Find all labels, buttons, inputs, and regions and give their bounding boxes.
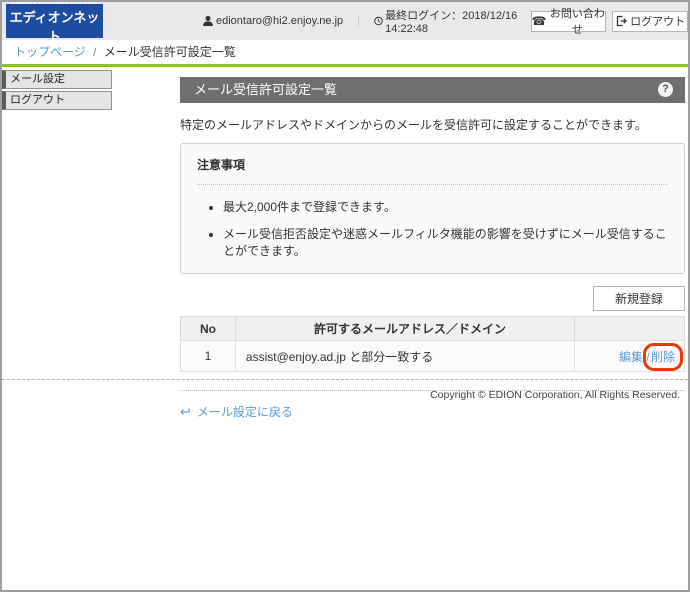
delete-link[interactable]: 削除 <box>651 350 675 364</box>
sidebar-item-mail-settings[interactable]: メール設定 <box>2 70 112 89</box>
notes-title: 注意事項 <box>197 158 246 172</box>
logo-line1: EDION Internet Service <box>10 0 99 6</box>
breadcrumb-current: メール受信許可設定一覧 <box>103 45 236 59</box>
back-link-row: ↩ メール設定に戻る <box>180 403 685 420</box>
row-address: assist@enjoy.ad.jp と部分一致する <box>234 340 576 372</box>
edit-link[interactable]: 編集 <box>619 350 643 364</box>
logout-button[interactable]: ログアウト <box>612 10 688 32</box>
back-to-mail-settings-link[interactable]: メール設定に戻る <box>197 403 293 420</box>
breadcrumb-separator: / <box>93 45 97 59</box>
accent-divider <box>2 64 688 67</box>
contact-button-label: お問い合わせ <box>549 8 605 36</box>
row-actions: 編集 / 削除 <box>574 340 685 372</box>
column-header-actions <box>574 316 685 341</box>
contact-button[interactable]: ☎ お問い合わせ <box>530 8 607 36</box>
copyright-text: Copyright © EDION Corporation, All Right… <box>430 389 680 401</box>
notes-divider <box>197 184 668 185</box>
footer-divider <box>2 379 688 380</box>
red-highlight-annotation: 削除 <box>642 342 683 371</box>
topbar-right: ediontaro@hi2.enjoy.ne.jp ｜ 最終ログイン：2018/… <box>202 7 688 36</box>
topbar-separator: ｜ <box>353 16 365 28</box>
logout-button-label: ログアウト <box>630 16 686 28</box>
page: EDION Internet Service エディオンネット ediontar… <box>0 0 690 592</box>
table-row: 1 assist@enjoy.ad.jp と部分一致する 編集 / 削除 <box>180 340 685 372</box>
page-title: メール受信許可設定一覧 <box>194 82 338 97</box>
new-entry-row: 新規登録 <box>180 286 685 311</box>
sidebar: メール設定 ログアウト <box>2 70 112 112</box>
user-account: ediontaro@hi2.enjoy.ne.jp <box>202 15 343 27</box>
phone-icon: ☎ <box>531 14 547 28</box>
breadcrumb-home-link[interactable]: トップページ <box>14 45 86 59</box>
notes-item: メール受信拒否設定や迷惑メールフィルタ機能の影響を受けずにメール受信することがで… <box>223 225 668 259</box>
last-login: 最終ログイン：2018/12/16 14:22:48 <box>374 7 529 35</box>
logout-icon <box>616 15 628 27</box>
logo[interactable]: EDION Internet Service エディオンネット <box>6 2 103 44</box>
person-icon <box>203 15 213 26</box>
last-login-text: 最終ログイン：2018/12/16 14:22:48 <box>385 10 529 35</box>
user-email: ediontaro@hi2.enjoy.ne.jp <box>216 15 344 27</box>
new-entry-button[interactable]: 新規登録 <box>593 286 685 311</box>
notes-box: 注意事項 最大2,000件まで登録できます。 メール受信拒否設定や迷惑メールフィ… <box>180 143 685 274</box>
notes-item: 最大2,000件まで登録できます。 <box>223 198 668 215</box>
sidebar-item-label: メール設定 <box>10 73 65 85</box>
help-icon[interactable]: ? <box>658 82 673 97</box>
clock-icon <box>374 16 383 26</box>
sidebar-item-label: ログアウト <box>10 94 65 106</box>
page-title-bar: メール受信許可設定一覧 ? <box>180 77 685 103</box>
column-header-no: No <box>180 316 236 341</box>
top-header: EDION Internet Service エディオンネット ediontar… <box>2 2 688 44</box>
return-arrow-icon: ↩ <box>180 403 191 419</box>
page-description: 特定のメールアドレスやドメインからのメールを受信許可に設定することができます。 <box>180 118 647 132</box>
sidebar-item-logout[interactable]: ログアウト <box>2 91 112 110</box>
column-header-address: 許可するメールアドレス／ドメイン <box>234 316 576 341</box>
permission-table: No 許可するメールアドレス／ドメイン 1 assist@enjoy.ad.jp… <box>180 316 685 372</box>
table-header-row: No 許可するメールアドレス／ドメイン <box>180 316 685 341</box>
row-number: 1 <box>180 340 236 372</box>
notes-list: 最大2,000件まで登録できます。 メール受信拒否設定や迷惑メールフィルタ機能の… <box>223 198 668 259</box>
breadcrumb: トップページ / メール受信許可設定一覧 <box>2 40 688 64</box>
main-content: メール受信許可設定一覧 ? 特定のメールアドレスやドメインからのメールを受信許可… <box>180 77 685 420</box>
